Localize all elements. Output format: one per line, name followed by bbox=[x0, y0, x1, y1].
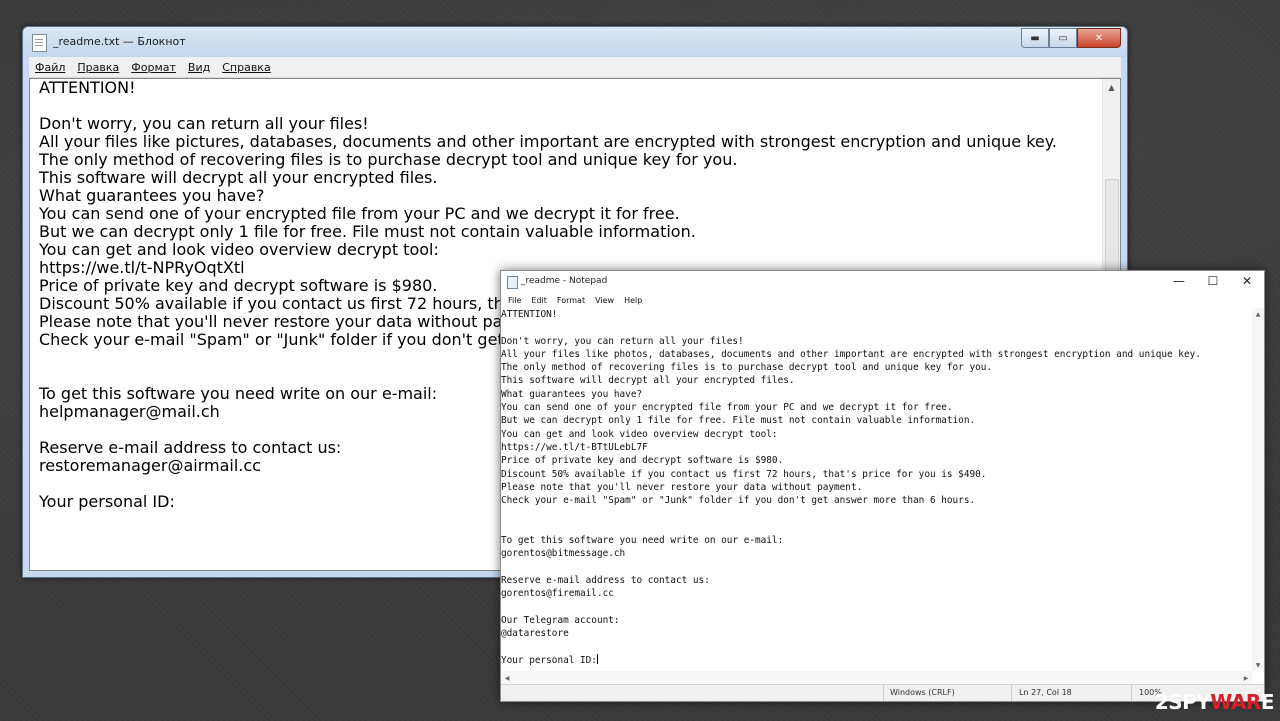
watermark-part-3: E bbox=[1260, 690, 1275, 714]
scroll-left-icon[interactable]: ◀ bbox=[501, 671, 513, 685]
scroll-down-icon[interactable]: ▼ bbox=[1252, 659, 1264, 671]
win10-window-controls: — ☐ ✕ bbox=[1162, 271, 1264, 291]
scroll-up-icon[interactable]: ▲ bbox=[1103, 79, 1120, 96]
menu-edit[interactable]: Правка bbox=[71, 61, 125, 74]
status-divider bbox=[1011, 685, 1012, 701]
text-caret bbox=[596, 653, 598, 664]
menu-view[interactable]: Вид bbox=[182, 61, 216, 74]
vertical-scrollbar[interactable]: ▲ ▼ bbox=[1252, 308, 1264, 671]
scroll-up-icon[interactable]: ▲ bbox=[1252, 308, 1264, 320]
close-button[interactable]: ✕ bbox=[1077, 28, 1121, 48]
menu-format[interactable]: Формат bbox=[125, 61, 182, 74]
notepad-icon bbox=[507, 276, 518, 289]
menu-help[interactable]: Help bbox=[619, 296, 647, 305]
win10-text-area[interactable]: ATTENTION! Don't worry, you can return a… bbox=[501, 308, 1264, 671]
win10-notepad-window: _readme - Notepad — ☐ ✕ File Edit Format… bbox=[500, 270, 1265, 702]
win7-menu-bar: Файл Правка Формат Вид Справка bbox=[29, 57, 1121, 78]
maximize-button[interactable]: ☐ bbox=[1196, 271, 1230, 291]
status-divider bbox=[883, 685, 884, 701]
menu-format[interactable]: Format bbox=[552, 296, 590, 305]
cursor-position-status: Ln 27, Col 18 bbox=[1019, 688, 1072, 697]
menu-help[interactable]: Справка bbox=[216, 61, 276, 74]
win7-title-bar[interactable]: _readme.txt — Блокнот ▬ ▭ ✕ bbox=[23, 27, 1127, 57]
watermark-part-2: WAR bbox=[1210, 690, 1261, 714]
horizontal-scrollbar[interactable]: ◀ ▶ bbox=[501, 671, 1252, 685]
win10-document-text[interactable]: ATTENTION! Don't worry, you can return a… bbox=[501, 308, 1201, 667]
watermark-logo: 2SPY WAR E bbox=[1154, 689, 1275, 715]
scroll-right-icon[interactable]: ▶ bbox=[1240, 671, 1252, 685]
menu-view[interactable]: View bbox=[590, 296, 619, 305]
status-bar: Windows (CRLF) Ln 27, Col 18 100% bbox=[501, 684, 1264, 701]
close-button[interactable]: ✕ bbox=[1230, 271, 1264, 291]
status-divider bbox=[1131, 685, 1132, 701]
win10-menu-bar: File Edit Format View Help bbox=[501, 293, 1264, 307]
win10-window-title: _readme - Notepad bbox=[521, 276, 608, 286]
menu-file[interactable]: File bbox=[503, 296, 526, 305]
minimize-button[interactable]: ▬ bbox=[1021, 28, 1049, 48]
win7-window-controls: ▬ ▭ ✕ bbox=[1021, 28, 1121, 48]
menu-edit[interactable]: Edit bbox=[526, 296, 552, 305]
minimize-button[interactable]: — bbox=[1162, 271, 1196, 291]
win10-document-content: ATTENTION! Don't worry, you can return a… bbox=[501, 309, 1201, 666]
win7-window-title: _readme.txt — Блокнот bbox=[53, 35, 186, 48]
win10-title-bar[interactable]: _readme - Notepad — ☐ ✕ bbox=[501, 271, 1264, 293]
maximize-button[interactable]: ▭ bbox=[1049, 28, 1077, 48]
notepad-icon bbox=[32, 34, 47, 52]
watermark-part-1: 2SPY bbox=[1154, 690, 1211, 714]
line-ending-status: Windows (CRLF) bbox=[890, 688, 955, 697]
menu-file[interactable]: Файл bbox=[29, 61, 71, 74]
